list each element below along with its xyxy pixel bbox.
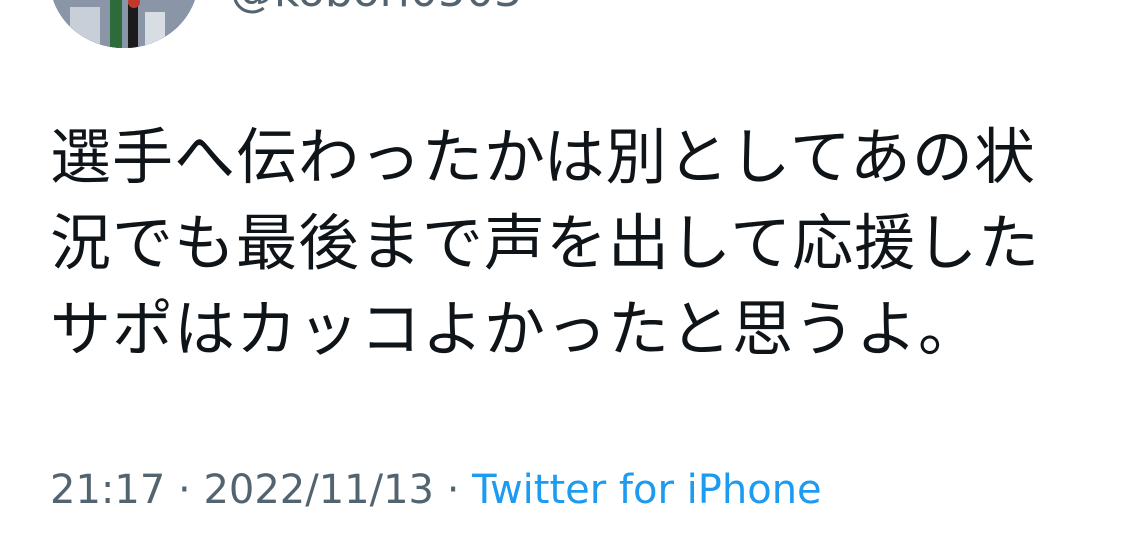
- tweet-date[interactable]: 2022/11/13: [203, 467, 434, 513]
- tweet-text-line: 況でも最後まで声を出して応援した: [50, 208, 1041, 279]
- tweet-metadata: 21:17 · 2022/11/13 · Twitter for iPhone: [50, 466, 822, 514]
- tweet-text-line: 選手へ伝わったかは別としてあの状: [50, 122, 1036, 193]
- tweet-time[interactable]: 21:17: [50, 467, 165, 513]
- tweet-text-line: サポはカッコよかったと思うよ。: [50, 294, 981, 365]
- avatar-image: [50, 0, 198, 48]
- user-handle[interactable]: @kobori0503: [230, 0, 522, 14]
- tweet-text: 選手へ伝わったかは別としてあの状 況でも最後まで声を出して応援した サポはカッコ…: [50, 115, 1060, 373]
- meta-separator: ·: [165, 467, 204, 513]
- avatar[interactable]: [50, 0, 198, 48]
- tweet-source-link[interactable]: Twitter for iPhone: [472, 467, 822, 513]
- meta-separator: ·: [433, 467, 473, 513]
